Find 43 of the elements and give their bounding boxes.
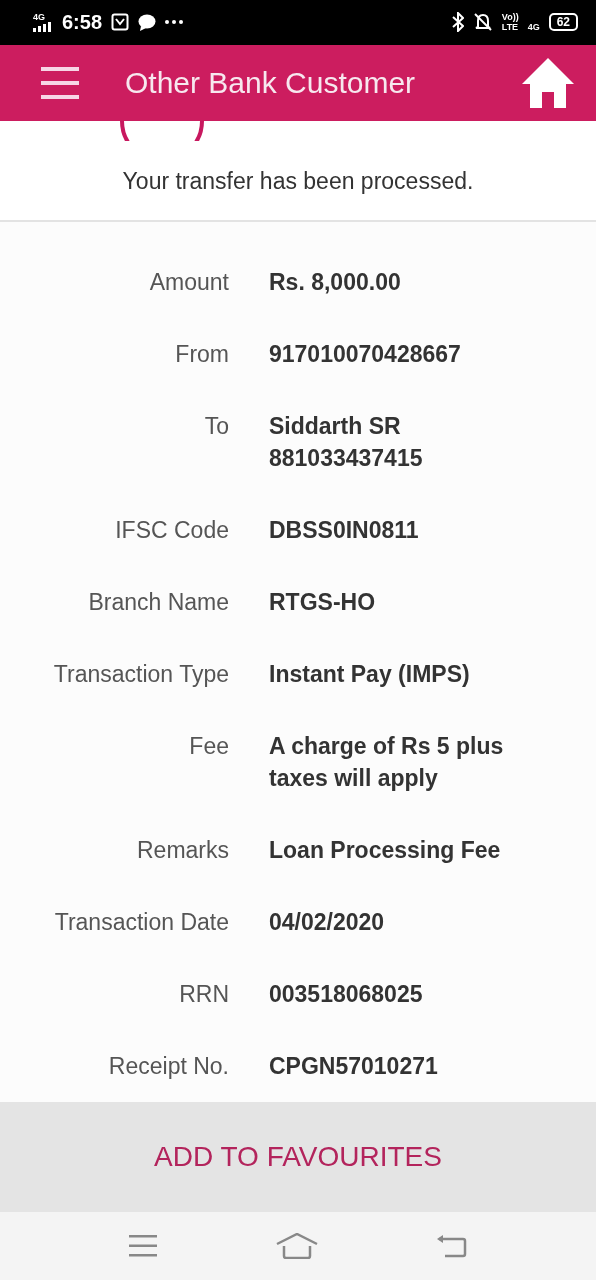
battery-indicator: 62	[548, 13, 578, 32]
menu-icon[interactable]	[41, 67, 79, 100]
detail-label: From	[174, 340, 229, 369]
detail-value: CPGN57010271	[269, 1052, 439, 1081]
detail-value: Siddarth SR	[269, 412, 402, 441]
bluetooth-icon	[451, 12, 464, 33]
menu-icon[interactable]	[129, 1234, 158, 1257]
signal-icon	[33, 22, 53, 33]
back-icon[interactable]	[436, 1233, 467, 1258]
home-icon[interactable]	[522, 58, 574, 109]
network-type: 4G	[527, 22, 540, 33]
detail-label: IFSC Code	[114, 516, 229, 545]
detail-label: Transaction Type	[52, 660, 229, 689]
lte-label: LTE	[501, 22, 519, 33]
more-dots-icon	[165, 20, 184, 25]
volte-label: Vo))	[501, 12, 519, 23]
detail-label: Amount	[148, 268, 229, 297]
chat-bubble-icon	[138, 14, 157, 31]
detail-label: To	[203, 412, 229, 441]
detail-label: Fee	[188, 732, 229, 761]
detail-label: Transaction Date	[53, 908, 229, 937]
clock-time: 6:58	[62, 11, 103, 34]
detail-value: 881033437415	[269, 444, 424, 473]
mail-icon	[111, 13, 130, 32]
bell-muted-icon	[472, 12, 493, 33]
home-icon[interactable]	[276, 1232, 318, 1259]
detail-label: Branch Name	[87, 588, 229, 617]
detail-value: Rs. 8,000.00	[269, 268, 402, 297]
detail-value: 917010070428667	[269, 340, 462, 369]
add-to-favourites-button[interactable]: ADD TO FAVOURITES	[0, 1102, 596, 1212]
detail-value: A charge of Rs 5 plus taxes will apply	[269, 732, 505, 793]
detail-value: RTGS-HO	[269, 588, 377, 617]
success-message: Your transfer has been processed.	[122, 168, 474, 196]
detail-value: Loan Processing Fee	[269, 836, 502, 865]
detail-value: Instant Pay (IMPS)	[269, 660, 471, 689]
screen-title: Other Bank Customer	[125, 66, 417, 101]
detail-label: RRN	[178, 980, 229, 1009]
detail-label: Receipt No.	[107, 1052, 229, 1081]
detail-label: Remarks	[136, 836, 229, 865]
detail-value: DBSS0IN0811	[269, 516, 420, 545]
network-type: 4G	[33, 12, 45, 23]
detail-value: 003518068025	[269, 980, 424, 1009]
detail-value: 04/02/2020	[269, 908, 386, 937]
